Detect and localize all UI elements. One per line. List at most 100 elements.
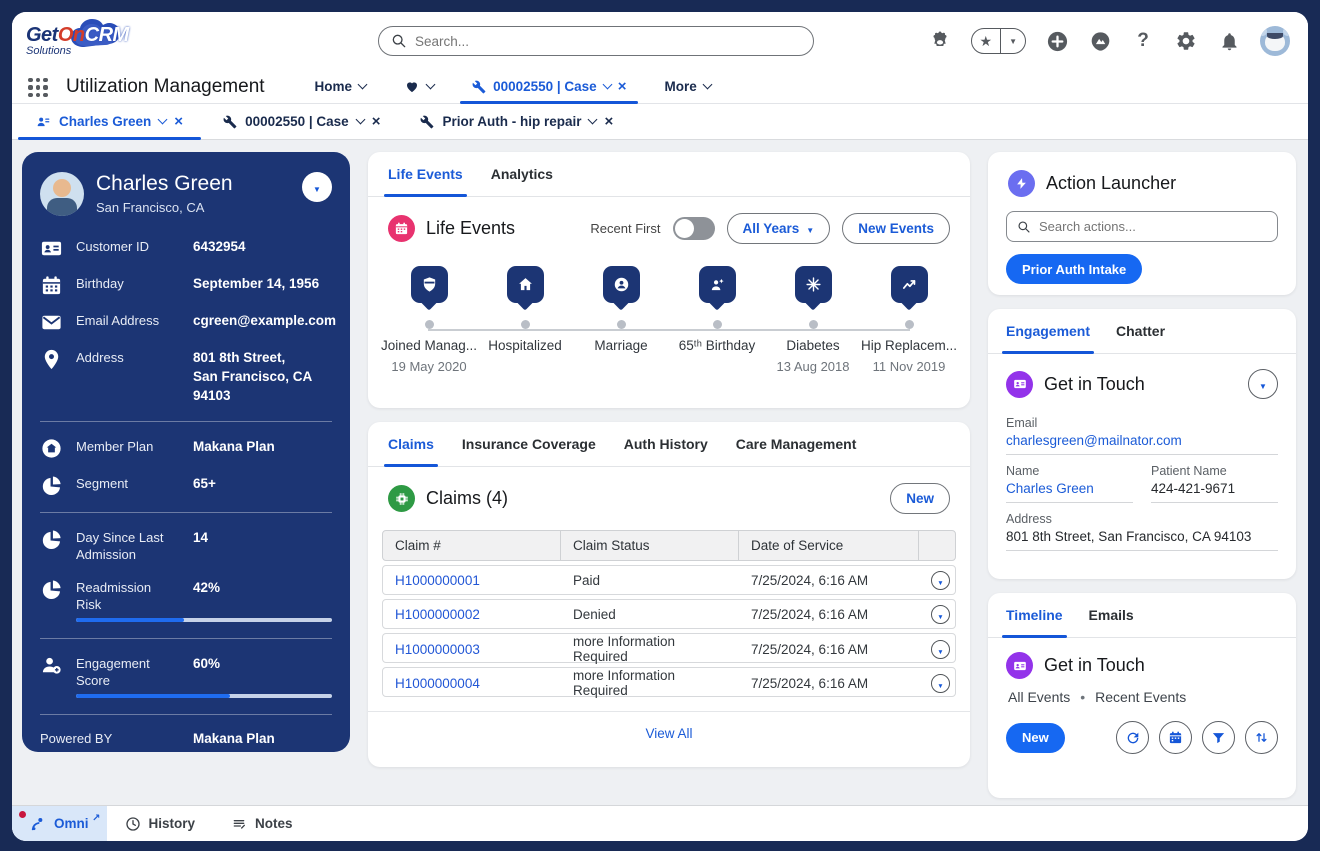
row-actions-chevron-icon[interactable]	[931, 673, 950, 693]
tab-emails[interactable]: Emails	[1089, 593, 1134, 637]
action-search-input[interactable]	[1039, 219, 1267, 234]
app-navbar: Utilization Management Home 00002550 | C…	[12, 70, 1308, 104]
notifications-bell-icon[interactable]	[1217, 29, 1241, 53]
tab-timeline[interactable]: Timeline	[1002, 593, 1067, 638]
claim-link[interactable]: H1000000003	[395, 642, 480, 657]
chevron-down-icon[interactable]	[357, 79, 368, 90]
profile-metric-days-since-admission: Day Since Last Admission 14	[40, 529, 332, 564]
filter-recent-events[interactable]: Recent Events	[1095, 689, 1186, 705]
tab-life-events[interactable]: Life Events	[384, 152, 467, 197]
claim-row: H1000000004 more Information Required 7/…	[382, 667, 956, 698]
nav-tab-home[interactable]: Home	[299, 70, 383, 103]
timeline-filters: All Events Recent Events	[988, 687, 1296, 705]
tab-chatter[interactable]: Chatter	[1116, 309, 1165, 353]
utility-history[interactable]: History	[107, 806, 214, 841]
omni-channel-icon	[31, 817, 43, 830]
row-actions-chevron-icon[interactable]	[931, 570, 950, 590]
chevron-down-icon[interactable]	[602, 79, 613, 90]
refresh-icon[interactable]	[1116, 721, 1149, 754]
close-subtab-icon[interactable]	[174, 113, 183, 130]
claim-status: Paid	[573, 572, 601, 588]
tab-analytics[interactable]: Analytics	[491, 152, 553, 196]
new-events-button[interactable]: New Events	[842, 213, 950, 244]
global-search-input[interactable]	[415, 33, 801, 49]
filter-all-events[interactable]: All Events	[1008, 689, 1070, 705]
get-in-touch-collapse-button[interactable]	[1248, 369, 1278, 399]
nav-tabs: Home 00002550 | Case More	[299, 70, 727, 104]
favorite-star-icon[interactable]	[972, 29, 1001, 53]
year-filter-button[interactable]: All Years	[726, 213, 831, 244]
timeline-new-button[interactable]: New	[1006, 722, 1065, 753]
claims-table: Claim # Claim Status Date of Service H10…	[382, 530, 956, 698]
new-claim-button[interactable]: New	[890, 483, 950, 514]
global-search[interactable]	[378, 26, 814, 56]
nav-tab-case[interactable]: 00002550 | Case	[456, 70, 642, 104]
utility-notes[interactable]: Notes	[213, 806, 311, 841]
help-icon[interactable]	[1131, 29, 1155, 53]
col-claim-status[interactable]: Claim Status	[561, 531, 739, 560]
close-subtab-icon[interactable]	[604, 113, 613, 130]
get-in-touch-title: Get in Touch	[1044, 373, 1145, 394]
action-search[interactable]	[1006, 211, 1278, 242]
life-event-hospitalized[interactable]: Hospitalized	[478, 266, 572, 374]
patient-avatar	[40, 172, 84, 216]
chevron-down-icon[interactable]	[425, 79, 436, 90]
life-event-diabetes[interactable]: Diabetes 13 Aug 2018	[766, 266, 860, 374]
tab-care-management[interactable]: Care Management	[736, 422, 857, 466]
favorites-dropdown-icon[interactable]	[1000, 29, 1025, 53]
filter-funnel-icon[interactable]	[1202, 721, 1235, 754]
tab-engagement[interactable]: Engagement	[1001, 309, 1095, 354]
prior-auth-intake-button[interactable]: Prior Auth Intake	[1006, 254, 1143, 284]
subtab-prior-auth[interactable]: Prior Auth - hip repair	[402, 104, 631, 139]
sort-icon[interactable]	[1245, 721, 1278, 754]
subtab-case[interactable]: 00002550 | Case	[205, 104, 398, 139]
app-launcher-waffle-icon[interactable]	[26, 76, 48, 98]
chevron-down-icon[interactable]	[588, 114, 598, 125]
life-event-65th-birthday[interactable]: 65ᵗʰ Birthday	[670, 266, 764, 374]
global-add-icon[interactable]	[1045, 29, 1069, 53]
claim-link[interactable]: H1000000004	[395, 676, 480, 691]
popout-arrow-icon[interactable]	[92, 809, 100, 824]
setup-gear-icon[interactable]	[1174, 29, 1198, 53]
claim-date: 7/25/2024, 6:16 AM	[751, 572, 869, 588]
col-date-of-service[interactable]: Date of Service	[739, 531, 919, 560]
life-event-marriage[interactable]: Marriage	[574, 266, 668, 374]
trailhead-icon[interactable]	[1088, 29, 1112, 53]
row-actions-chevron-icon[interactable]	[931, 639, 950, 659]
favorites-control	[970, 28, 1026, 54]
col-claim-number[interactable]: Claim #	[383, 531, 561, 560]
view-all-link[interactable]: View All	[645, 726, 692, 741]
user-avatar[interactable]	[1260, 26, 1290, 56]
wrench-icon	[472, 80, 486, 93]
chevron-down-icon[interactable]	[157, 114, 168, 125]
chevron-down-icon[interactable]	[355, 114, 366, 125]
einstein-icon[interactable]	[928, 29, 952, 53]
subtab-charles-green[interactable]: Charles Green	[18, 104, 202, 140]
logo[interactable]: GetOnCRM Solutions	[26, 19, 129, 57]
tab-claims[interactable]: Claims	[384, 422, 438, 467]
row-actions-chevron-icon[interactable]	[931, 604, 950, 624]
claim-link[interactable]: H1000000002	[395, 607, 480, 622]
utility-omni[interactable]: Omni	[12, 806, 107, 841]
tab-auth-history[interactable]: Auth History	[624, 422, 708, 466]
life-event-joined[interactable]: Joined Manag... 19 May 2020	[381, 266, 477, 374]
contact-icon	[37, 117, 50, 126]
chevron-down-icon[interactable]	[702, 79, 713, 90]
nav-tab-more[interactable]: More	[648, 70, 726, 103]
claim-link[interactable]: H1000000001	[395, 573, 480, 588]
profile-expand-button[interactable]	[302, 172, 332, 202]
name-value[interactable]: Charles Green	[1006, 478, 1133, 503]
nav-tab-favorite[interactable]	[388, 70, 450, 103]
email-value[interactable]: charlesgreen@mailnator.com	[1006, 430, 1278, 455]
lightning-icon	[1008, 170, 1035, 197]
life-event-hip-replacement[interactable]: Hip Replacem... 11 Nov 2019	[861, 266, 957, 374]
recent-first-toggle[interactable]	[672, 217, 715, 240]
claim-row: H1000000003 more Information Required 7/…	[382, 633, 956, 664]
close-tab-icon[interactable]	[618, 78, 627, 95]
claim-status: more Information Required	[573, 668, 676, 698]
close-subtab-icon[interactable]	[372, 113, 381, 130]
tab-insurance-coverage[interactable]: Insurance Coverage	[462, 422, 596, 466]
calendar-icon[interactable]	[1159, 721, 1192, 754]
omni-status-dot	[19, 811, 26, 818]
powered-by: Powered BY Makana Plan	[40, 730, 275, 746]
